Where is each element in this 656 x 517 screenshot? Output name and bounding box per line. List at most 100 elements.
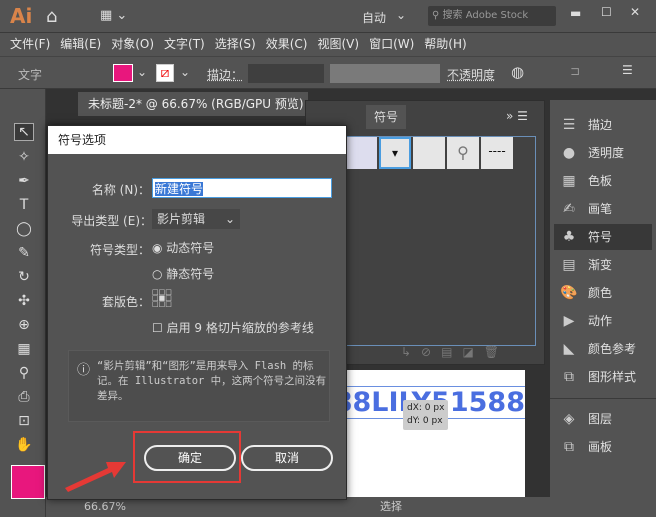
selection-tool-icon[interactable]: ↖ (14, 123, 34, 141)
layers-icon: ◈ (563, 411, 575, 427)
color-guide-icon: ◣ (563, 341, 575, 357)
name-label: 名称 (N)： (91, 183, 150, 197)
ok-button[interactable]: 确定 (144, 445, 236, 471)
panel-graphic-styles[interactable]: ⧉ 图形样式 (554, 364, 652, 390)
palette-icon: 🎨 (560, 285, 578, 301)
stroke-swatch[interactable]: ⧄ (156, 64, 174, 82)
pen-tool-icon[interactable]: ✒ (14, 173, 34, 191)
control-bar: 文字 ⌄ ⧄ ⌄ 描边： 不透明度 ◍ ⊐ ☰ (0, 56, 656, 89)
rotate-tool-icon[interactable]: ↻ (14, 269, 34, 287)
artboards-icon: ⧉ (564, 439, 574, 455)
ellipse-tool-icon[interactable]: ◯ (14, 221, 34, 239)
menu-edit[interactable]: 编辑(E) (60, 37, 101, 51)
home-icon[interactable]: ⌂ (46, 6, 57, 27)
artboard[interactable]: 88LILY51588 dX: 0 pxdY: 0 px (305, 370, 525, 500)
document-tab[interactable]: 未标题-2* @ 66.67% (RGB/GPU 预览) (78, 92, 308, 116)
panel-stroke[interactable]: ☰ 描边 (554, 112, 652, 138)
fill-color-swatch[interactable] (11, 465, 45, 499)
symbol-sprayer-icon[interactable]: ⎙ (14, 389, 34, 407)
stock-search[interactable]: ⚲ 搜索 Adobe Stock (428, 6, 556, 26)
dynamic-symbol-radio[interactable]: ◉ 动态符号 (152, 239, 214, 256)
symbol-type-label: 符号类型： (89, 243, 150, 257)
stroke-weight-input[interactable] (248, 64, 324, 83)
workspace-switcher[interactable]: 自动 (362, 9, 386, 26)
arrange-documents-icon[interactable]: ▦ ⌄ (100, 8, 127, 23)
title-bar: Ai ⌂ ▦ ⌄ 自动 ⌄ ⚲ 搜索 Adobe Stock ▬ ☐ ✕ (0, 0, 656, 33)
annotation-arrow (65, 462, 126, 492)
recolor-icon[interactable]: ◍ (511, 63, 524, 81)
chevron-down-icon[interactable]: ⌄ (137, 65, 147, 79)
chevron-down-icon: ⌄ (224, 212, 235, 226)
stroke-label[interactable]: 描边： (207, 66, 243, 83)
registration-point-grid[interactable]: □□□ □■□ □□□ (152, 289, 172, 308)
club-icon: ♣ (562, 229, 576, 245)
static-symbol-radio[interactable]: ○ 静态符号 (152, 265, 214, 282)
export-type-label: 导出类型 (E)： (71, 214, 152, 228)
menu-effect[interactable]: 效果(C) (266, 37, 308, 51)
symbol-item[interactable]: ⚲ (447, 137, 479, 169)
menu-object[interactable]: 对象(O) (111, 37, 154, 51)
mesh-tool-icon[interactable]: ▦ (14, 341, 34, 359)
menu-select[interactable]: 选择(S) (215, 37, 256, 51)
brush-tool-icon[interactable]: ✎ (14, 245, 34, 263)
graphic-styles-icon: ⧉ (564, 369, 574, 385)
eyedropper-icon[interactable]: ⚲ (14, 365, 34, 383)
fill-swatch[interactable] (113, 64, 133, 82)
panel-brushes[interactable]: ✍ 画笔 (554, 196, 652, 222)
brush-icon: ✍ (563, 201, 575, 217)
panel-menu-icon[interactable]: ☰ (622, 63, 633, 77)
artboard-tool-icon[interactable]: ⊡ (14, 413, 34, 431)
nine-slice-checkbox[interactable]: ☐ 启用 9 格切片缩放的参考线 (152, 319, 314, 336)
menu-help[interactable]: 帮助(H) (424, 37, 466, 51)
menu-file[interactable]: 文件(F) (10, 37, 50, 51)
symbol-item[interactable]: ▾ (379, 137, 411, 169)
info-icon: ⓘ (77, 363, 91, 378)
puppet-warp-icon[interactable]: ✣ (14, 293, 34, 311)
panel-transparency[interactable]: ● 透明度 (554, 140, 652, 166)
align-icon[interactable]: ⊐ (570, 64, 580, 78)
symbol-item[interactable] (347, 137, 377, 169)
panel-symbols[interactable]: ♣ 符号 (554, 224, 652, 250)
symbol-item[interactable]: ---- (481, 137, 513, 169)
status-bar: 66.67% 选择 (46, 497, 656, 517)
menu-type[interactable]: 文字(T) (164, 37, 205, 51)
swatches-icon: ▦ (562, 173, 576, 189)
symbol-panel-actions[interactable]: ↳⊘▤◪🗑 (401, 345, 509, 359)
maximize-button[interactable]: ☐ (601, 5, 612, 19)
magic-wand-icon[interactable]: ✧ (14, 149, 34, 167)
menu-bar: 文件(F) 编辑(E) 对象(O) 文字(T) 选择(S) 效果(C) 视图(V) 窗口(W)… (0, 33, 656, 56)
symbol-options-dialog: 符号选项 名称 (N)： 新建符号 导出类型 (E)： 影片剪辑 ⌄ 符号类型： … (47, 125, 347, 500)
close-button[interactable]: ✕ (630, 5, 640, 19)
minimize-button[interactable]: ▬ (570, 6, 581, 20)
chevron-down-icon[interactable]: ⌄ (180, 65, 190, 79)
transparency-icon: ● (562, 145, 576, 161)
name-input[interactable]: 新建符号 (152, 178, 332, 198)
right-panel-dock: ☰ 描边 ● 透明度 ▦ 色板 ✍ 画笔 ♣ 符号 ▤ 渐变 🎨 颜色 ▶ 动作 ◣ 颜色参考 ⧉… (550, 100, 656, 517)
export-type-select[interactable]: 影片剪辑 ⌄ (152, 209, 240, 229)
gradient-icon: ▤ (562, 257, 576, 273)
panel-artboards[interactable]: ⧉ 画板 (554, 434, 652, 460)
symbols-panel-tab[interactable]: 符号 (366, 105, 406, 129)
panel-gradient[interactable]: ▤ 渐变 (554, 252, 652, 278)
dialog-title: 符号选项 (48, 126, 346, 154)
chevron-down-icon[interactable]: ⌄ (396, 8, 406, 22)
cancel-button[interactable]: 取消 (241, 445, 333, 471)
expand-panels-icon[interactable]: » ☰ (506, 109, 528, 123)
hand-tool-icon[interactable]: ✋ (14, 437, 34, 455)
panel-layers[interactable]: ◈ 图层 (554, 406, 652, 432)
menu-view[interactable]: 视图(V) (317, 37, 359, 51)
opacity-label[interactable]: 不透明度 (447, 66, 495, 83)
registration-label: 套版色： (101, 295, 150, 309)
panel-actions[interactable]: ▶ 动作 (554, 308, 652, 334)
panel-swatches[interactable]: ▦ 色板 (554, 168, 652, 194)
panel-color-guide[interactable]: ◣ 颜色参考 (554, 336, 652, 362)
panel-color[interactable]: 🎨 颜色 (554, 280, 652, 306)
variable-width-select[interactable] (330, 64, 440, 83)
type-tool-icon[interactable]: T (14, 197, 34, 215)
ai-logo: Ai (10, 4, 33, 28)
symbol-item[interactable] (413, 137, 445, 169)
zoom-level[interactable]: 66.67% (84, 497, 126, 517)
menu-window[interactable]: 窗口(W) (369, 37, 414, 51)
shape-builder-icon[interactable]: ⊕ (14, 317, 34, 335)
tools-panel: ↖ ✧ ✒ T ◯ ✎ ↻ ✣ ⊕ ▦ ⚲ ⎙ ⊡ ✋ (0, 89, 46, 517)
